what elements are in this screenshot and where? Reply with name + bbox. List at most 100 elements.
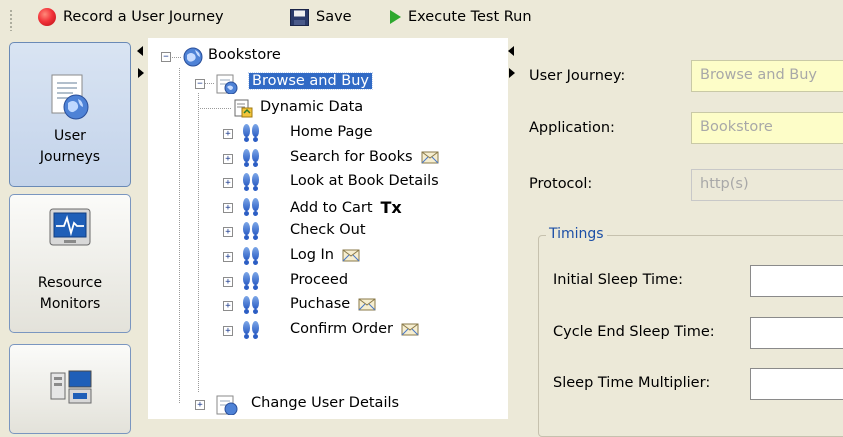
tree-item-label: Puchase	[290, 296, 376, 312]
globe-icon	[183, 47, 203, 67]
protocol-field[interactable]: http(s)	[691, 169, 843, 201]
foot-shape	[243, 321, 250, 339]
tree-item-label: Confirm Order	[290, 321, 419, 337]
expand-expander[interactable]: +	[223, 154, 233, 164]
application-field[interactable]: Bookstore	[691, 112, 843, 144]
footsteps-icon	[243, 295, 261, 315]
foot-shape	[243, 272, 250, 290]
record-icon	[38, 8, 56, 26]
toolbar-grip[interactable]	[10, 9, 12, 31]
expand-right-arrow-icon[interactable]	[138, 68, 144, 78]
collapse-tree-arrow-icon[interactable]	[508, 46, 514, 56]
envelope-icon	[401, 323, 419, 336]
foot-shape	[252, 272, 259, 290]
foot-shape	[252, 247, 259, 265]
nav-user-journeys-label-2: Journeys	[39, 149, 101, 165]
play-icon	[390, 10, 401, 24]
foot-shape	[252, 321, 259, 339]
user-journey-field[interactable]: Browse and Buy	[691, 60, 843, 92]
nav-user-journeys[interactable]: User Journeys	[9, 42, 131, 187]
initial-sleep-time-input[interactable]	[750, 265, 843, 297]
network-computers-icon	[50, 370, 92, 404]
journey-icon	[216, 74, 238, 94]
cycle-end-sleep-time-label: Cycle End Sleep Time:	[553, 324, 715, 340]
foot-shape	[252, 296, 259, 314]
tree-item-label: Bookstore	[208, 47, 281, 63]
record-user-journey-button[interactable]: Record a User Journey	[38, 0, 224, 34]
foot-shape	[243, 296, 250, 314]
foot-shape	[243, 173, 250, 191]
tree-item-label: Add to Cart Tx	[290, 198, 402, 217]
sleep-time-multiplier-label: Sleep Time Multiplier:	[553, 375, 711, 391]
foot-shape	[243, 222, 250, 240]
sleep-time-multiplier-input[interactable]	[750, 368, 843, 400]
tree-item-label: Proceed	[290, 272, 348, 288]
footsteps-icon	[243, 246, 261, 266]
record-label: Record a User Journey	[63, 9, 224, 25]
expand-expander[interactable]: +	[223, 326, 233, 336]
foot-shape	[252, 198, 259, 216]
foot-shape	[252, 222, 259, 240]
expand-expander[interactable]: +	[223, 277, 233, 287]
foot-shape	[252, 173, 259, 191]
expand-expander[interactable]: +	[223, 129, 233, 139]
footsteps-icon	[243, 320, 261, 340]
foot-shape	[252, 124, 259, 142]
tree-item-label: Look at Book Details	[290, 173, 439, 189]
toolbar: Record a User Journey Save Execute Test …	[0, 0, 843, 36]
heartbeat-monitor-icon	[49, 208, 91, 246]
tree-connector	[200, 108, 232, 109]
collapse-left-arrow-icon[interactable]	[137, 46, 143, 56]
step-name: Puchase	[290, 296, 351, 312]
step-name: Look at Book Details	[290, 173, 439, 189]
floppy-disk-icon	[290, 8, 309, 26]
timings-group-title: Timings	[546, 226, 607, 242]
tree-connector	[205, 83, 215, 84]
foot-shape	[252, 149, 259, 167]
tree-connector	[198, 93, 199, 393]
expand-tree-arrow-icon[interactable]	[509, 68, 515, 78]
footsteps-icon	[243, 123, 261, 143]
expand-expander[interactable]: +	[223, 252, 233, 262]
properties-panel: User Journey: Browse and Buy Application…	[516, 38, 843, 437]
envelope-icon	[421, 151, 439, 164]
protocol-label: Protocol:	[529, 176, 593, 192]
footsteps-icon	[243, 271, 261, 291]
foot-shape	[243, 198, 250, 216]
execute-test-run-button[interactable]: Execute Test Run	[390, 0, 532, 34]
save-label: Save	[316, 9, 352, 25]
save-button[interactable]: Save	[290, 0, 352, 34]
tree-item-label: Log In	[290, 247, 360, 263]
foot-shape	[243, 124, 250, 142]
footsteps-icon	[243, 221, 261, 241]
expand-expander[interactable]: +	[223, 178, 233, 188]
collapse-expander[interactable]: −	[195, 79, 205, 89]
user-journey-label: User Journey:	[529, 68, 626, 84]
footsteps-icon	[243, 148, 261, 168]
nav-user-journeys-label-1: User	[54, 128, 86, 144]
expand-expander[interactable]: +	[195, 400, 205, 410]
tree-item-label-selected: Browse and Buy	[247, 72, 374, 90]
nav-resource-monitors[interactable]: Resource Monitors	[9, 194, 131, 333]
user-journey-tree[interactable]: − Bookstore − Browse and Buy Dynamic Dat…	[148, 38, 508, 419]
expand-expander[interactable]: +	[223, 301, 233, 311]
step-name: Log In	[290, 247, 334, 263]
tree-item-label: Search for Books	[290, 149, 439, 165]
expand-expander[interactable]: +	[223, 227, 233, 237]
execute-label: Execute Test Run	[408, 9, 532, 25]
tree-item-label: Change User Details	[251, 395, 400, 411]
initial-sleep-time-label: Initial Sleep Time:	[553, 272, 683, 288]
step-name: Proceed	[290, 272, 349, 288]
step-name: Add to Cart	[290, 199, 373, 216]
dynamic-data-icon	[234, 99, 253, 118]
nav-third-item[interactable]	[9, 344, 131, 434]
footsteps-icon	[243, 197, 261, 217]
tree-connector	[170, 57, 182, 58]
collapse-expander[interactable]: −	[161, 52, 171, 62]
expand-expander[interactable]: +	[223, 203, 233, 213]
tree-item-label: Dynamic Data	[260, 99, 364, 115]
footsteps-icon	[243, 172, 261, 192]
cycle-end-sleep-time-input[interactable]	[750, 317, 843, 349]
foot-shape	[243, 149, 250, 167]
tree-item-label: Home Page	[290, 124, 373, 140]
